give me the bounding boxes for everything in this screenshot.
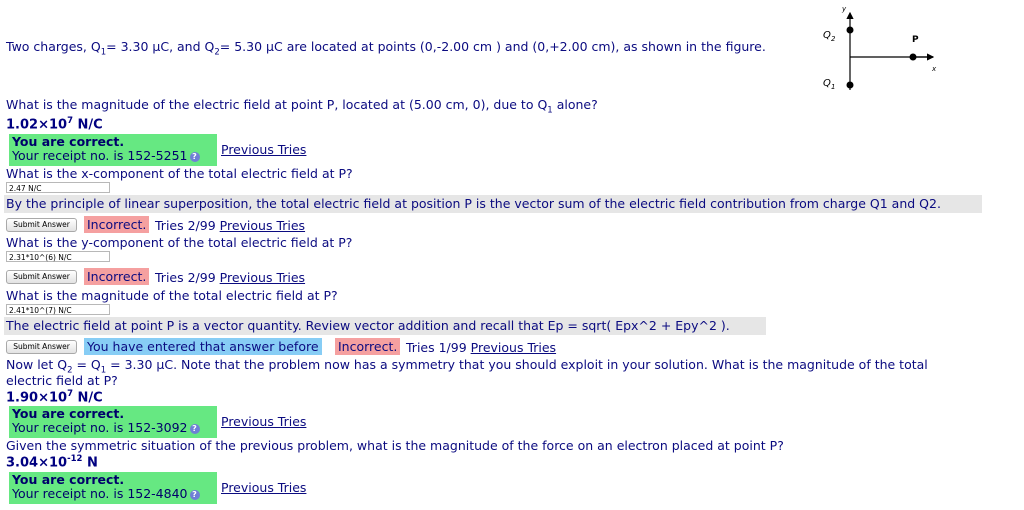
correct-title: You are correct. [12,406,125,421]
previous-tries-link-4[interactable]: Previous Tries [471,340,556,355]
answer-input-4[interactable]: 2.41*10^(7) N/C [6,304,110,315]
previous-tries-link-5[interactable]: Previous Tries [221,414,306,429]
problem-statement: Two charges, Q1= 3.30 μC, and Q2= 5.30 μ… [6,39,766,58]
receipt-text: Your receipt no. is 152-4840 [12,486,188,501]
correct-box-5: You are correct. Your receipt no. is 152… [9,406,217,438]
charge-q1-dot-icon [846,81,854,89]
info-icon[interactable]: ? [189,489,200,500]
submit-button-2[interactable]: Submit Answer [6,218,77,232]
hint-2: By the principle of linear superposition… [4,195,982,213]
previous-tries-link-3[interactable]: Previous Tries [220,270,305,285]
answer-6: 3.04×10-12 N [6,454,98,471]
incorrect-badge-3: Incorrect. [84,268,150,285]
figure-svg: y x Q 2 Q 1 P [823,5,937,91]
hint-4: The electric field at point P is a vecto… [4,317,766,335]
answer-input-2[interactable]: 2.47 N/C [6,182,110,193]
q2-label: Q [823,30,831,41]
correct-title: You are correct. [12,472,125,487]
x-axis-label: x [931,65,937,73]
answer-5: 1.90×107 N/C [6,389,103,406]
question-3: What is the y-component of the total ele… [6,235,353,250]
q1-label-sub: 1 [831,83,835,91]
point-p-dot-icon [909,53,917,61]
info-icon[interactable]: ? [189,423,200,434]
submit-button-3[interactable]: Submit Answer [6,270,77,284]
y-axis-label: y [841,5,847,13]
question-1: What is the magnitude of the electric fi… [6,97,598,116]
correct-box-6: You are correct. Your receipt no. is 152… [9,472,217,504]
question-6: Given the symmetric situation of the pre… [6,438,784,453]
previous-tries-link-2[interactable]: Previous Tries [220,218,305,233]
q1-label: Q [823,78,831,89]
previous-tries-link-6[interactable]: Previous Tries [221,480,306,495]
question-2: What is the x-component of the total ele… [6,166,353,181]
answer-1: 1.02×107 N/C [6,116,103,133]
submit-button-4[interactable]: Submit Answer [6,340,77,354]
question-4: What is the magnitude of the total elect… [6,288,338,303]
charge-figure: y x Q 2 Q 1 P [815,5,965,100]
question-5-line-2: electric field at P? [6,373,118,388]
answer-input-3[interactable]: 2.31*10^(6) N/C [6,251,110,262]
question-5: Now let Q2 = Q1 = 3.30 μC. Note that the… [6,357,928,376]
receipt-text: Your receipt no. is 152-3092 [12,420,188,435]
incorrect-badge-2: Incorrect. [84,216,150,233]
q2-label-sub: 2 [831,35,836,43]
charge-q2-dot-icon [846,26,854,34]
correct-box-1: You are correct. Your receipt no. is 152… [9,134,217,166]
incorrect-badge-4: Incorrect. [335,338,401,355]
info-icon[interactable]: ? [189,151,200,162]
point-p-label: P [912,35,919,45]
tries-3: Tries 2/99 Previous Tries [155,270,306,285]
previous-tries-link-1[interactable]: Previous Tries [221,142,306,157]
tries-4: Tries 1/99 Previous Tries [406,340,557,355]
entered-before-badge-4: You have entered that answer before [84,338,322,355]
tries-2: Tries 2/99 Previous Tries [155,218,306,233]
correct-title: You are correct. [12,134,125,149]
receipt-text: Your receipt no. is 152-5251 [12,148,188,163]
